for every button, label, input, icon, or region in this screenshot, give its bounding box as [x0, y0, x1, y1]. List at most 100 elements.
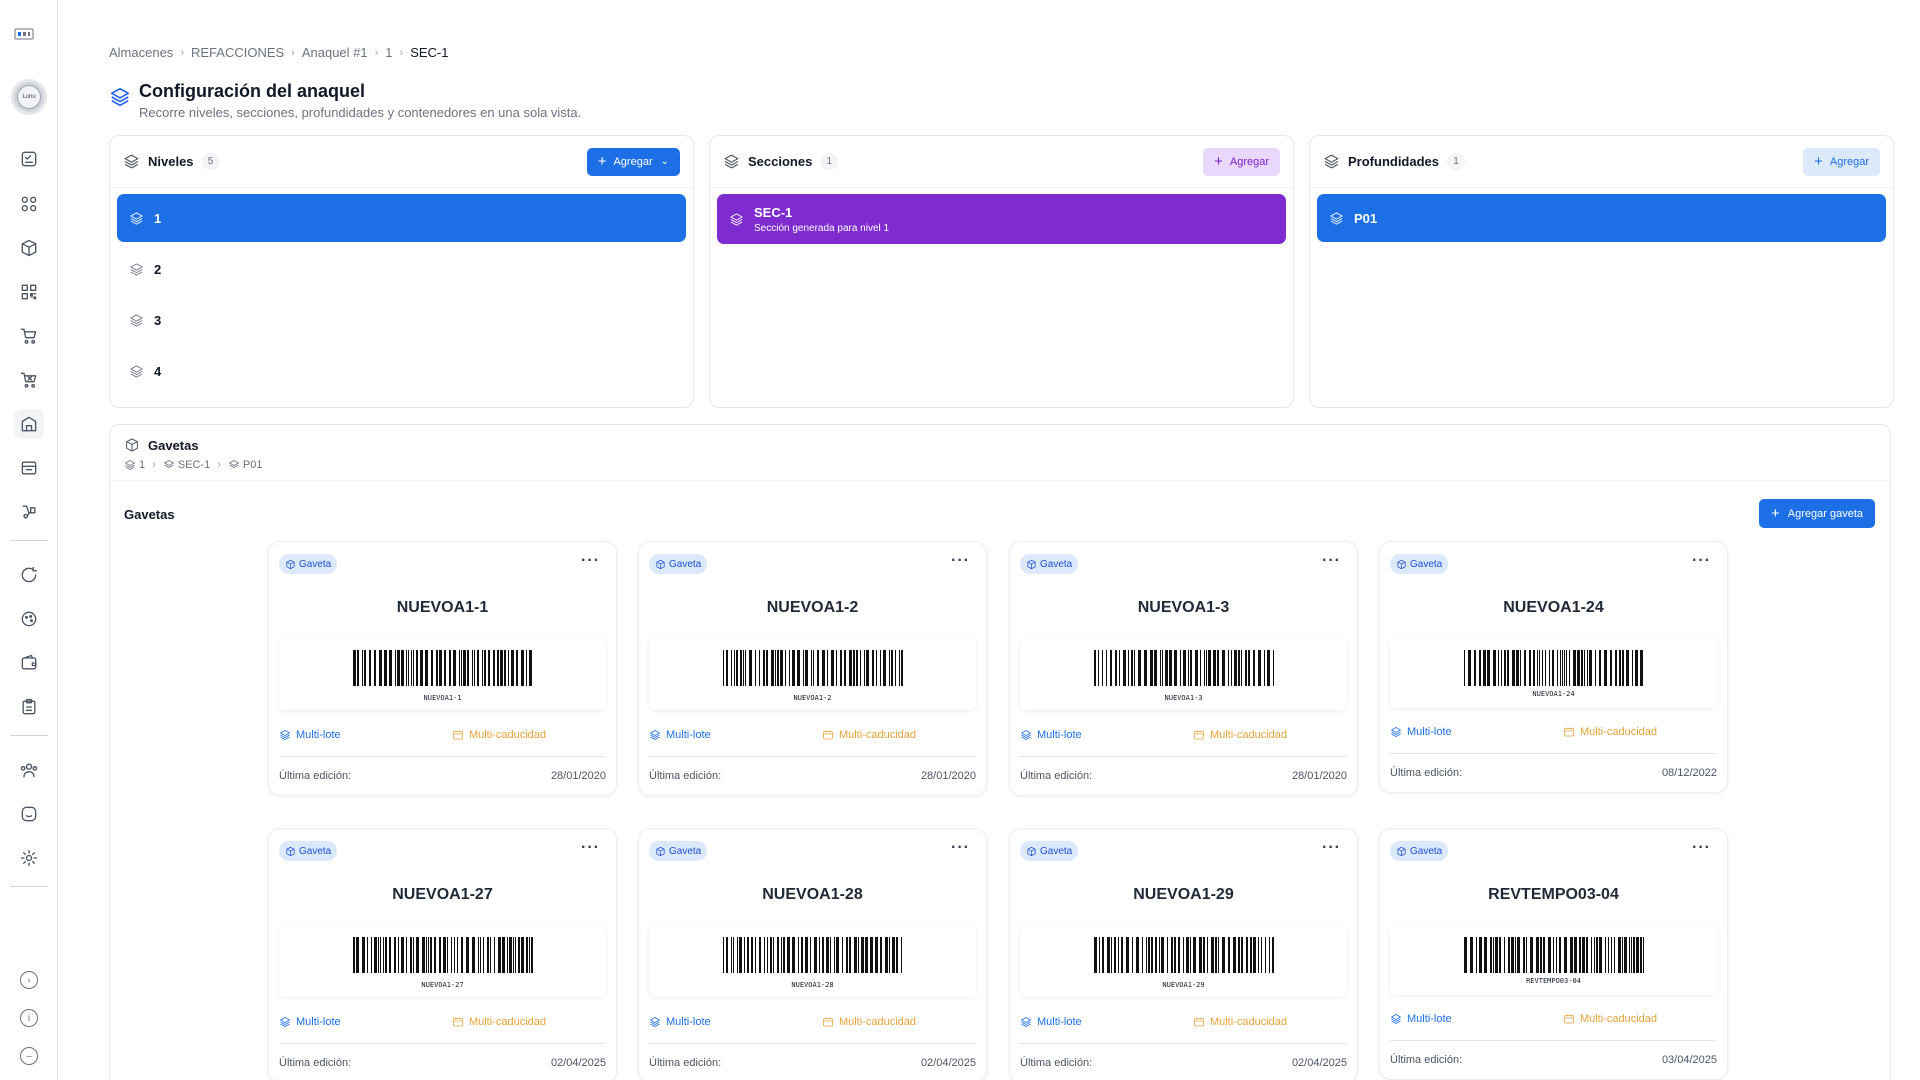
barcode-text: NUEVOA1-1 — [423, 694, 462, 702]
add-profundidad-button[interactable]: + Agregar — [1803, 147, 1880, 176]
box-icon[interactable] — [14, 233, 44, 263]
cart-x-icon[interactable] — [14, 365, 44, 395]
nivel-item[interactable]: 1 — [117, 194, 686, 242]
more-options-icon[interactable]: ··· — [581, 552, 600, 570]
nivel-item[interactable]: 4 — [117, 347, 686, 395]
add-nivel-button[interactable]: + Agregar ⌄ — [586, 147, 680, 176]
gaveta-card[interactable]: Gaveta ··· NUEVOA1-24 NUEVOA1-24 Multi-lote M… — [1379, 541, 1728, 793]
barcode-text: NUEVOA1-29 — [1162, 981, 1205, 989]
box-icon — [126, 438, 138, 452]
gaveta-badge-label: Gaveta — [669, 845, 702, 857]
layers-icon — [124, 154, 139, 169]
more-options-icon[interactable]: ··· — [951, 839, 970, 857]
more-options-icon[interactable]: ··· — [1322, 552, 1341, 570]
info-icon[interactable]: i — [20, 1009, 38, 1027]
inventory-icon[interactable] — [14, 453, 44, 483]
users-icon[interactable] — [14, 755, 44, 785]
multi-caducidad-label: Multi-caducidad — [468, 729, 546, 741]
breadcrumb-item[interactable]: 1 — [385, 45, 392, 60]
refresh-icon[interactable] — [14, 560, 44, 590]
truck-icon[interactable] — [14, 497, 44, 527]
gavetas-crumb-item[interactable]: 1 — [139, 459, 145, 471]
gaveta-card[interactable]: Gaveta ··· NUEVOA1-1 NUEVOA1-1 Multi-lote Mul… — [268, 541, 617, 796]
barcode-text: NUEVOA1-24 — [1532, 690, 1575, 698]
panel-header: Niveles 5 + Agregar ⌄ — [110, 136, 693, 188]
multi-caducidad-label: Multi-caducidad — [468, 1016, 546, 1028]
nivel-item[interactable]: 2 — [117, 245, 686, 293]
last-edit-date: 02/04/2025 — [920, 1057, 976, 1069]
multi-lote-tag: Multi-lote — [649, 1016, 711, 1028]
profundidades-panel: Profundidades 1 + Agregar P01 — [1309, 135, 1894, 408]
breadcrumb-item[interactable]: Anaquel #1 — [302, 45, 368, 60]
box-icon — [656, 846, 665, 856]
grid-icon[interactable] — [14, 189, 44, 219]
last-edit-date: 02/04/2025 — [550, 1057, 606, 1069]
more-options-icon[interactable]: ··· — [1692, 552, 1711, 570]
layers-icon — [125, 460, 135, 470]
nivel-label: 1 — [154, 210, 162, 226]
multi-caducidad-tag: Multi-caducidad — [1563, 726, 1657, 738]
gavetas-crumb-item[interactable]: P01 — [243, 459, 263, 471]
avatar[interactable]: Lunu — [11, 79, 47, 115]
more-options-icon[interactable]: ··· — [1692, 839, 1711, 857]
add-gaveta-button[interactable]: + Agregar gaveta — [1759, 499, 1875, 528]
palette-icon[interactable] — [14, 604, 44, 634]
gaveta-card[interactable]: Gaveta ··· REVTEMPO03-04 REVTEMPO03-04 Multi… — [1379, 828, 1728, 1080]
add-nivel-label: Agregar — [613, 155, 653, 168]
wallet-icon[interactable] — [14, 648, 44, 678]
chat-icon[interactable] — [14, 799, 44, 829]
warehouse-icon[interactable] — [14, 409, 44, 439]
gavetas-list-label: Gavetas — [124, 507, 175, 522]
multi-caducidad-label: Multi-caducidad — [1209, 1016, 1287, 1028]
clipboard-check-icon[interactable] — [14, 144, 44, 174]
chevron-right-icon: › — [180, 46, 184, 59]
expand-icon[interactable]: › — [20, 971, 38, 989]
gaveta-badge: Gaveta — [279, 841, 338, 861]
gaveta-card[interactable]: Gaveta ··· NUEVOA1-3 NUEVOA1-3 Multi-lote Mul… — [1009, 541, 1358, 796]
gaveta-tags: Multi-lote Multi-caducidad — [279, 729, 606, 741]
nivel-item[interactable]: 3 — [117, 296, 686, 344]
panel-title: Secciones — [748, 154, 813, 169]
box-icon — [286, 559, 295, 569]
clipboard-icon[interactable] — [14, 692, 44, 722]
gaveta-footer: Última edición: 28/01/2020 — [1020, 770, 1347, 782]
calendar-icon — [823, 730, 833, 740]
logo-icon[interactable] — [14, 26, 34, 42]
profundidad-label: P01 — [1354, 210, 1378, 226]
gaveta-name: NUEVOA1-3 — [1137, 599, 1230, 616]
gaveta-card[interactable]: Gaveta ··· NUEVOA1-27 NUEVOA1-27 Multi-lote M… — [268, 828, 617, 1080]
breadcrumb-item[interactable]: Almacenes — [109, 45, 173, 60]
gaveta-card[interactable]: Gaveta ··· NUEVOA1-29 NUEVOA1-29 Multi-lote M… — [1009, 828, 1358, 1080]
gavetas-crumb-item[interactable]: SEC-1 — [178, 459, 210, 471]
layers-icon — [280, 1017, 290, 1027]
more-options-icon[interactable]: ··· — [581, 839, 600, 857]
collapse-icon[interactable]: – — [20, 1047, 38, 1065]
cart-check-icon[interactable] — [14, 321, 44, 351]
multi-lote-label: Multi-lote — [1037, 1016, 1082, 1028]
barcode-image — [1463, 937, 1645, 978]
count-badge: 1 — [820, 153, 839, 170]
layers-icon — [130, 211, 143, 225]
seccion-item[interactable]: SEC-1 Sección generada para nivel 1 — [717, 194, 1286, 244]
breadcrumb-item[interactable]: REFACCIONES — [191, 45, 284, 60]
layers-icon — [650, 730, 660, 740]
niveles-panel: Niveles 5 + Agregar ⌄ 1 2 3 4 — [109, 135, 694, 408]
layers-icon — [1391, 727, 1401, 737]
gaveta-badge: Gaveta — [1390, 554, 1449, 574]
more-options-icon[interactable]: ··· — [951, 552, 970, 570]
gaveta-card[interactable]: Gaveta ··· NUEVOA1-2 NUEVOA1-2 Multi-lote Mul… — [638, 541, 987, 796]
more-options-icon[interactable]: ··· — [1322, 839, 1341, 857]
settings-icon[interactable] — [14, 843, 44, 873]
layers-icon — [130, 262, 143, 276]
barcode-box: NUEVOA1-3 — [1020, 638, 1347, 710]
breadcrumb: Almacenes › REFACCIONES › Anaquel #1 › 1… — [109, 45, 449, 60]
gaveta-card[interactable]: Gaveta ··· NUEVOA1-28 NUEVOA1-28 Multi-lote M… — [638, 828, 987, 1080]
card-divider — [279, 1043, 606, 1044]
barcode-image — [352, 650, 533, 691]
layers-icon — [1391, 1014, 1401, 1024]
gaveta-tags: Multi-lote Multi-caducidad — [1390, 726, 1717, 738]
add-seccion-button[interactable]: + Agregar — [1203, 147, 1280, 176]
profundidad-item[interactable]: P01 — [1317, 194, 1886, 242]
qr-icon[interactable] — [14, 277, 44, 307]
multi-caducidad-label: Multi-caducidad — [838, 1016, 916, 1028]
